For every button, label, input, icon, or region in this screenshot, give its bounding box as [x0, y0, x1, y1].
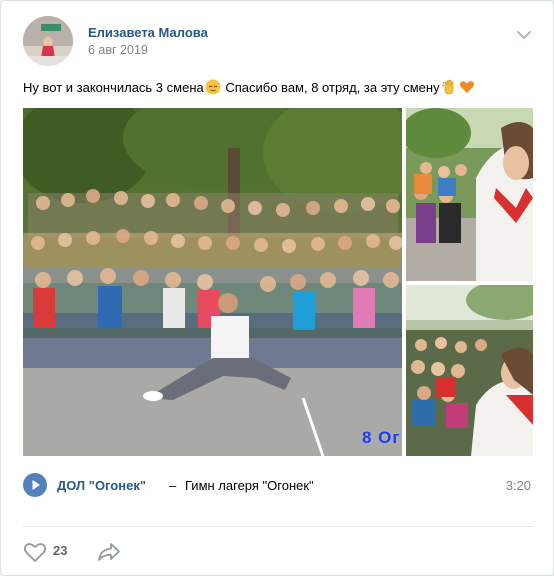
- post-text-part1: Ну вот и закончилась 3 смена: [23, 80, 204, 95]
- heart-icon: [23, 543, 47, 562]
- orange-heart-emoji-icon: [459, 81, 474, 93]
- post-photo-main[interactable]: 8 Ог: [23, 108, 402, 456]
- waving-hand-emoji-icon: [441, 79, 453, 95]
- play-icon: [32, 480, 40, 490]
- post-photo-3[interactable]: [406, 285, 533, 456]
- like-count: 23: [53, 543, 68, 558]
- children-photo-image: [406, 108, 533, 281]
- share-arrow-icon: [98, 543, 120, 561]
- author-name[interactable]: Елизавета Малова: [88, 25, 208, 40]
- chevron-down-icon: [517, 31, 531, 39]
- post-menu-button[interactable]: [514, 27, 534, 43]
- post-text-part2: Спасибо вам, 8 отряд, за эту смену: [221, 80, 440, 95]
- audio-duration: 3:20: [505, 478, 531, 493]
- play-button[interactable]: [23, 473, 47, 497]
- audio-title: Гимн лагеря "Огонек": [185, 478, 314, 493]
- audio-artist[interactable]: ДОЛ "Огонек": [57, 478, 146, 493]
- post-photo-2[interactable]: [406, 108, 533, 281]
- audio-attachment: ДОЛ "Огонек" – Гимн лагеря "Огонек" 3:20: [23, 473, 533, 499]
- group-photo-image: [23, 108, 402, 456]
- post-card: Елизавета Малова 6 авг 2019 Ну вот и зак…: [0, 0, 554, 576]
- like-button[interactable]: 23: [23, 539, 83, 563]
- share-button[interactable]: [96, 541, 122, 563]
- post-text: Ну вот и закончилась 3 смена Спасибо вам…: [23, 78, 476, 98]
- actions-divider: [23, 526, 533, 527]
- post-date[interactable]: 6 авг 2019: [88, 43, 148, 57]
- avatar[interactable]: [23, 16, 73, 66]
- relieved-face-emoji-icon: [205, 79, 221, 95]
- audio-separator: –: [169, 478, 177, 493]
- photo-watermark: 8 Ог: [362, 428, 401, 447]
- children-photo-image-2: [406, 285, 533, 456]
- avatar-image: [23, 16, 73, 66]
